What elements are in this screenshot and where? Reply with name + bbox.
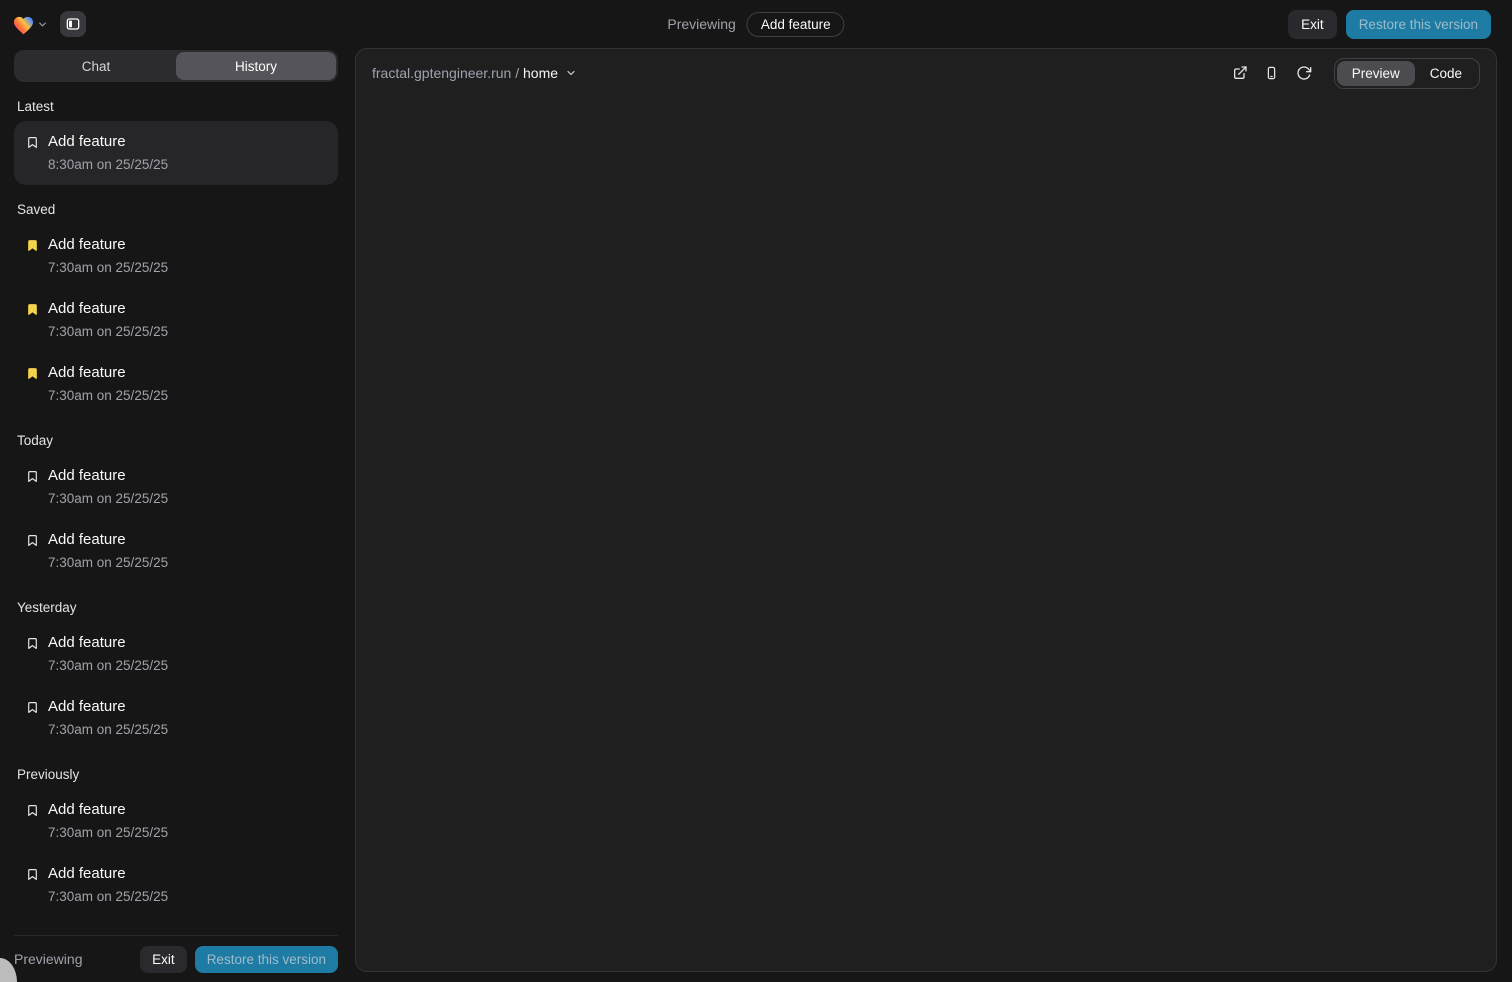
bookmark-outline-icon bbox=[26, 469, 39, 484]
item-title: Add feature bbox=[48, 466, 168, 486]
history-section: Latest Add feature 8:30am on 25/25/25 bbox=[14, 99, 338, 185]
toggle-sidebar-button[interactable] bbox=[60, 11, 86, 37]
section-label: Yesterday bbox=[14, 600, 338, 615]
bookmark-filled-icon bbox=[26, 366, 39, 381]
tab-history[interactable]: History bbox=[176, 52, 336, 80]
item-time: 7:30am on 25/25/25 bbox=[48, 323, 168, 341]
app-menu[interactable] bbox=[12, 14, 48, 35]
history-item[interactable]: Add feature 8:30am on 25/25/25 bbox=[14, 121, 338, 185]
footer-restore-version-button[interactable]: Restore this version bbox=[195, 946, 338, 973]
item-time: 7:30am on 25/25/25 bbox=[48, 657, 168, 675]
preview-tab[interactable]: Preview bbox=[1337, 61, 1415, 86]
item-time: 7:30am on 25/25/25 bbox=[48, 490, 168, 508]
item-title: Add feature bbox=[48, 530, 168, 550]
refresh-button[interactable] bbox=[1290, 59, 1318, 87]
item-time: 8:30am on 25/25/25 bbox=[48, 156, 168, 174]
section-label: Today bbox=[14, 433, 338, 448]
history-item[interactable]: Add feature 7:30am on 25/25/25 bbox=[14, 288, 338, 352]
bookmark-outline-icon bbox=[26, 533, 39, 548]
chevron-down-icon bbox=[565, 67, 577, 79]
bookmark-outline-icon bbox=[26, 636, 39, 651]
open-in-new-icon bbox=[1232, 65, 1248, 81]
bookmark-filled-icon bbox=[26, 302, 39, 317]
sidebar-footer: Previewing Exit Restore this version bbox=[14, 935, 338, 982]
section-label: Saved bbox=[14, 202, 338, 217]
item-time: 7:30am on 25/25/25 bbox=[48, 387, 168, 405]
section-label: Latest bbox=[14, 99, 338, 114]
history-item[interactable]: Add feature 7:30am on 25/25/25 bbox=[14, 789, 338, 853]
history-sidebar: Chat History Latest Add feature 8:30am o… bbox=[0, 48, 345, 982]
item-title: Add feature bbox=[48, 633, 168, 653]
chevron-down-icon bbox=[37, 19, 48, 30]
url-selector[interactable]: fractal.gptengineer.run / home bbox=[372, 65, 577, 81]
history-item[interactable]: Add feature 7:30am on 25/25/25 bbox=[14, 686, 338, 750]
bookmark-outline-icon bbox=[26, 700, 39, 715]
history-list[interactable]: Latest Add feature 8:30am on 25/25/25 Sa… bbox=[14, 82, 338, 935]
section-items: Add feature 8:30am on 25/25/25 bbox=[14, 121, 338, 185]
refresh-icon bbox=[1296, 65, 1312, 81]
history-item[interactable]: Add feature 7:30am on 25/25/25 bbox=[14, 224, 338, 288]
history-item[interactable]: Add feature 7:30am on 25/25/25 bbox=[14, 455, 338, 519]
tab-chat[interactable]: Chat bbox=[16, 52, 176, 80]
item-title: Add feature bbox=[48, 864, 168, 884]
item-time: 7:30am on 25/25/25 bbox=[48, 824, 168, 842]
item-title: Add feature bbox=[48, 363, 168, 383]
item-time: 7:30am on 25/25/25 bbox=[48, 554, 168, 572]
section-items: Add feature 7:30am on 25/25/25 Add featu… bbox=[14, 789, 338, 917]
item-title: Add feature bbox=[48, 235, 168, 255]
item-time: 7:30am on 25/25/25 bbox=[48, 721, 168, 739]
url-domain: fractal.gptengineer.run bbox=[372, 65, 511, 81]
footer-previewing-label: Previewing bbox=[14, 951, 82, 967]
preview-viewport bbox=[356, 97, 1496, 971]
history-item[interactable]: Add feature 7:30am on 25/25/25 bbox=[14, 853, 338, 917]
item-time: 7:30am on 25/25/25 bbox=[48, 259, 168, 277]
item-title: Add feature bbox=[48, 800, 168, 820]
panel-left-icon bbox=[65, 16, 81, 32]
view-toggle: Preview Code bbox=[1334, 58, 1480, 89]
history-item[interactable]: Add feature 7:30am on 25/25/25 bbox=[14, 622, 338, 686]
history-section: Today Add feature 7:30am on 25/25/25 bbox=[14, 433, 338, 583]
history-item[interactable]: Add feature 7:30am on 25/25/25 bbox=[14, 519, 338, 583]
url-page: home bbox=[523, 65, 558, 81]
mobile-preview-icon bbox=[1264, 65, 1279, 81]
section-label: Previously bbox=[14, 767, 338, 782]
bookmark-outline-icon bbox=[26, 803, 39, 818]
previewing-label: Previewing bbox=[667, 16, 735, 32]
bookmark-filled-icon bbox=[26, 238, 39, 253]
url-separator: / bbox=[515, 65, 519, 81]
history-item[interactable]: Add feature 7:30am on 25/25/25 bbox=[14, 352, 338, 416]
section-items: Add feature 7:30am on 25/25/25 Add featu… bbox=[14, 224, 338, 416]
history-section: Previously Add feature 7:30am on 25/25/2… bbox=[14, 767, 338, 917]
footer-exit-button[interactable]: Exit bbox=[140, 946, 187, 973]
section-items: Add feature 7:30am on 25/25/25 Add featu… bbox=[14, 455, 338, 583]
lovable-heart-icon bbox=[12, 14, 35, 35]
bookmark-outline-icon bbox=[26, 135, 39, 150]
exit-button[interactable]: Exit bbox=[1288, 10, 1337, 39]
section-items: Add feature 7:30am on 25/25/25 Add featu… bbox=[14, 622, 338, 750]
main-layout: Chat History Latest Add feature 8:30am o… bbox=[0, 48, 1512, 982]
code-tab[interactable]: Code bbox=[1415, 61, 1477, 86]
preview-panel: fractal.gptengineer.run / home bbox=[355, 48, 1497, 972]
history-section: Saved Add feature 7:30am on 25/25/25 bbox=[14, 202, 338, 416]
item-title: Add feature bbox=[48, 132, 168, 152]
restore-version-button[interactable]: Restore this version bbox=[1346, 10, 1491, 39]
bookmark-outline-icon bbox=[26, 867, 39, 882]
top-bar: Previewing Add feature Exit Restore this… bbox=[0, 0, 1512, 48]
version-badge: Add feature bbox=[747, 12, 845, 37]
preview-header: fractal.gptengineer.run / home bbox=[356, 49, 1496, 97]
item-title: Add feature bbox=[48, 697, 168, 717]
item-time: 7:30am on 25/25/25 bbox=[48, 888, 168, 906]
history-section: Yesterday Add feature 7:30am on 25/25/25 bbox=[14, 600, 338, 750]
mobile-preview-button[interactable] bbox=[1258, 59, 1286, 87]
item-title: Add feature bbox=[48, 299, 168, 319]
sidebar-tabs: Chat History bbox=[14, 50, 338, 82]
open-in-new-button[interactable] bbox=[1226, 59, 1254, 87]
